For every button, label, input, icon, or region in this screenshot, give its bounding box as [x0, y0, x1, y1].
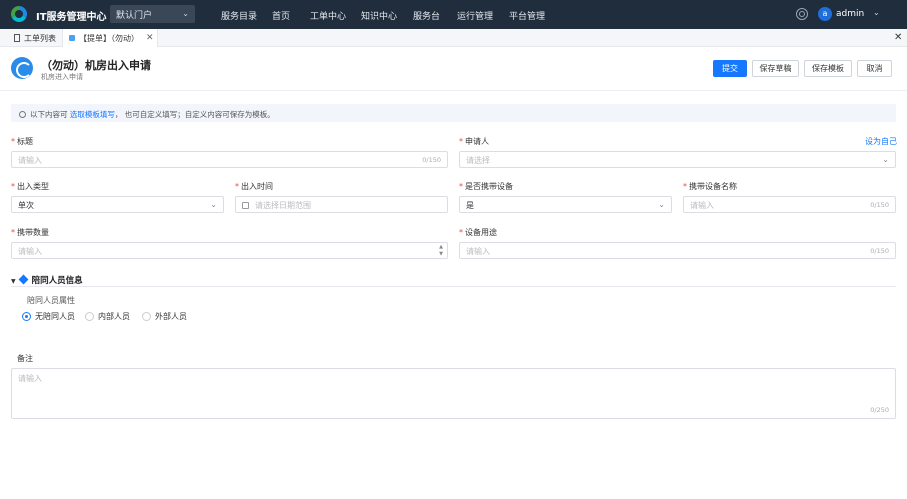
- save-draft-button[interactable]: 保存草稿: [752, 60, 799, 77]
- radio-circle: [142, 312, 151, 321]
- tab-close-icon[interactable]: ✕: [146, 33, 154, 43]
- info-banner: 以下内容可 选取模板填写， 也可自定义填写；自定义内容可保存为模板。: [11, 104, 896, 122]
- chevron-down-icon: ⌄: [182, 9, 189, 18]
- app-title: IT服务管理中心: [36, 12, 107, 23]
- info-text: ， 也可自定义填写；自定义内容可保存为模板。: [114, 110, 275, 119]
- page-title: （勿动）机房出入申请: [41, 59, 151, 72]
- chevron-down-icon[interactable]: ⌄: [873, 8, 880, 17]
- document-icon: [14, 34, 20, 42]
- device-use-placeholder: 请输入: [466, 247, 490, 256]
- section-title[interactable]: ▼ 陪同人员信息: [11, 274, 83, 286]
- device-name-label: * 携带设备名称: [683, 182, 737, 191]
- radio-internal[interactable]: 内部人员: [85, 311, 130, 322]
- app-logo-icon: [11, 6, 27, 22]
- applicant-placeholder: 请选择: [466, 156, 490, 165]
- radio-no-companion[interactable]: 无陪同人员: [22, 311, 75, 322]
- calendar-icon: [242, 202, 249, 209]
- settings-gear-icon[interactable]: [796, 8, 808, 20]
- nav-item-knowledge-center[interactable]: 知识中心: [361, 9, 397, 22]
- entry-type-value: 单次: [18, 201, 34, 210]
- carry-qty-placeholder: 请输入: [18, 247, 42, 256]
- header-divider: [0, 90, 907, 91]
- entry-time-picker[interactable]: 请选择日期范围: [235, 196, 448, 213]
- close-icon[interactable]: ✕: [894, 32, 902, 43]
- tab-ticket-list[interactable]: 工单列表: [8, 29, 62, 47]
- chevron-down-icon: ⌄: [658, 200, 665, 209]
- remark-label: 备注: [17, 354, 33, 363]
- title-label: * 标题: [11, 137, 33, 146]
- nav-item-service-desk[interactable]: 服务台: [413, 9, 440, 22]
- submit-button[interactable]: 提交: [713, 60, 747, 77]
- tab-label: 工单列表: [24, 34, 56, 43]
- nav-item-home[interactable]: 首页: [272, 9, 290, 22]
- avatar[interactable]: a: [818, 7, 832, 21]
- entry-type-select[interactable]: 单次 ⌄: [11, 196, 224, 213]
- page-subtitle: 机房进入申请: [41, 73, 83, 81]
- portal-select[interactable]: 默认门户 ⌄: [110, 5, 195, 23]
- entry-time-label: * 出入时间: [235, 182, 273, 191]
- nav-item-operations[interactable]: 运行管理: [457, 9, 493, 22]
- device-use-input[interactable]: 请输入 0/150: [459, 242, 896, 259]
- chevron-down-icon: ⌄: [882, 155, 889, 164]
- top-nav-bar: IT服务管理中心 默认门户 ⌄ 服务目录 首页 工单中心 知识中心 服务台 运行…: [0, 0, 907, 29]
- applicant-label: * 申请人: [459, 137, 489, 146]
- char-count: 0/250: [870, 406, 889, 414]
- nav-item-service-catalog[interactable]: 服务目录: [221, 9, 257, 22]
- tab-label: 【提单】（勿动）: [79, 34, 139, 43]
- save-template-button[interactable]: 保存模板: [804, 60, 852, 77]
- form-header-icon: [11, 57, 33, 79]
- char-count: 0/150: [422, 156, 441, 164]
- carry-qty-label: * 携带数量: [11, 228, 49, 237]
- entry-type-label: * 出入类型: [11, 182, 49, 191]
- info-icon: [19, 111, 26, 118]
- title-input[interactable]: 请输入 0/150: [11, 151, 448, 168]
- tab-bar: 工单列表 【提单】（勿动） ✕: [0, 29, 907, 47]
- device-name-input[interactable]: 请输入 0/150: [683, 196, 896, 213]
- carry-device-value: 是: [466, 201, 474, 210]
- number-stepper-icon[interactable]: ▲ ▼: [439, 244, 443, 258]
- select-template-link[interactable]: 选取模板填写: [70, 110, 115, 119]
- carry-device-select[interactable]: 是 ⌄: [459, 196, 672, 213]
- applicant-select[interactable]: 请选择 ⌄: [459, 151, 896, 168]
- layers-icon: [18, 274, 29, 285]
- radio-circle: [22, 312, 31, 321]
- char-count: 0/150: [870, 247, 889, 255]
- nav-item-platform[interactable]: 平台管理: [509, 9, 545, 22]
- nav-item-ticket-center[interactable]: 工单中心: [310, 9, 346, 22]
- carry-device-label: * 是否携带设备: [459, 182, 513, 191]
- char-count: 0/150: [870, 201, 889, 209]
- cancel-button[interactable]: 取消: [857, 60, 892, 77]
- chevron-down-icon: ⌄: [210, 200, 217, 209]
- remark-textarea[interactable]: 请输入 0/250: [11, 368, 896, 419]
- device-name-placeholder: 请输入: [690, 201, 714, 210]
- collapse-triangle-icon[interactable]: ▼: [11, 278, 16, 285]
- radio-circle: [85, 312, 94, 321]
- info-text: 以下内容可: [30, 110, 68, 119]
- form-icon: [69, 35, 75, 41]
- companion-attr-label: 陪同人员属性: [27, 296, 75, 305]
- radio-external[interactable]: 外部人员: [142, 311, 187, 322]
- entry-time-placeholder: 请选择日期范围: [255, 201, 311, 210]
- carry-qty-input[interactable]: 请输入 ▲ ▼: [11, 242, 448, 259]
- set-self-link[interactable]: 设为自己: [865, 136, 897, 147]
- section-divider: [11, 286, 896, 287]
- tab-submit-ticket[interactable]: 【提单】（勿动）: [62, 29, 158, 47]
- portal-select-value: 默认门户: [116, 11, 153, 21]
- user-name[interactable]: admin: [836, 9, 864, 19]
- title-placeholder: 请输入: [18, 156, 42, 165]
- remark-placeholder: 请输入: [18, 374, 42, 383]
- device-use-label: * 设备用途: [459, 228, 497, 237]
